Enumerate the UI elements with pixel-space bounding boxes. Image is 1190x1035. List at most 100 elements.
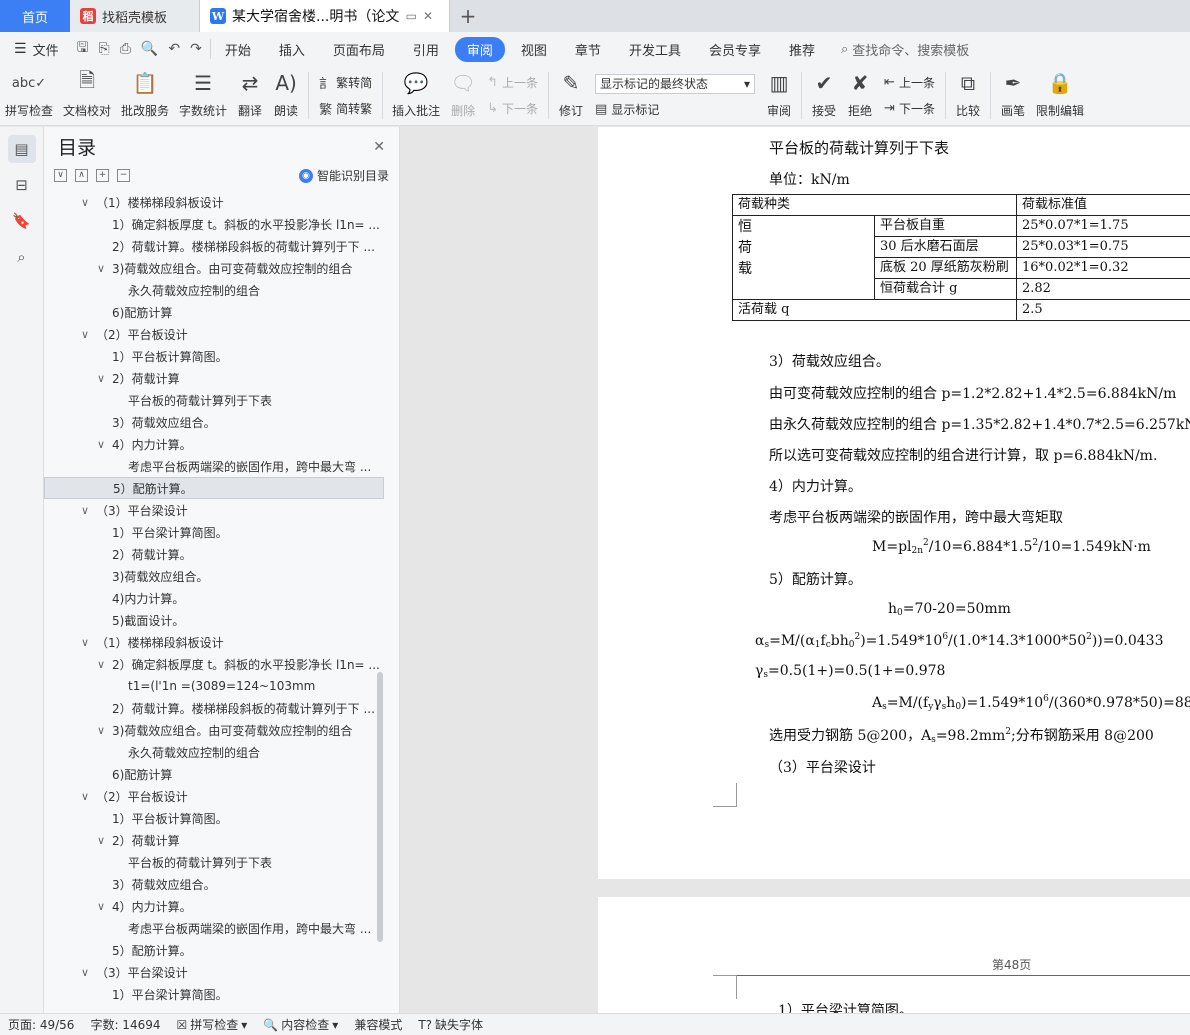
- read-aloud-button[interactable]: A) 朗读: [268, 66, 304, 125]
- menu-insert[interactable]: 插入: [267, 37, 317, 62]
- redo-icon[interactable]: ↷: [190, 41, 202, 57]
- add-heading-icon[interactable]: +: [96, 168, 109, 182]
- smart-toc-button[interactable]: ◉ 智能识别目录: [298, 167, 389, 184]
- toc-item[interactable]: ∨ 4）内力计算。: [44, 895, 384, 917]
- chevron-down-icon[interactable]: ∨: [78, 504, 92, 517]
- toc-scrollbar[interactable]: [377, 672, 383, 942]
- toc-item[interactable]: 永久荷载效应控制的组合: [44, 279, 384, 301]
- delete-comment-button[interactable]: 🗨 删除: [445, 66, 481, 125]
- spell-check-button[interactable]: abc✓ 拼写检查: [0, 66, 58, 125]
- batch-service-button[interactable]: 📋 批改服务: [116, 66, 174, 125]
- toc-item[interactable]: ∨ （2）平台板设计: [44, 785, 384, 807]
- chevron-down-icon[interactable]: ∨: [78, 328, 92, 341]
- menu-chapter[interactable]: 章节: [563, 37, 613, 62]
- content-check-status[interactable]: 🔍 内容检查 ▾: [255, 1016, 346, 1033]
- word-count-button[interactable]: ☰ 字数统计: [174, 66, 232, 125]
- menu-view[interactable]: 视图: [509, 37, 559, 62]
- toc-item[interactable]: 2）荷载计算。: [44, 543, 384, 565]
- toc-item[interactable]: 3)荷载效应组合。: [44, 565, 384, 587]
- chevron-down-icon[interactable]: ∨: [78, 196, 92, 209]
- chevron-down-icon[interactable]: ∨: [94, 262, 108, 275]
- undo-icon[interactable]: ↶: [168, 41, 180, 57]
- pen-button[interactable]: ✒ 画笔: [995, 66, 1031, 125]
- toc-item[interactable]: 1）确定斜板厚度 t。斜板的水平投影净长 l1n= ...: [44, 213, 384, 235]
- save-icon[interactable]: 🖫: [77, 37, 89, 61]
- insert-comment-button[interactable]: 💬 插入批注: [387, 66, 445, 125]
- menu-start[interactable]: 开始: [213, 37, 263, 62]
- print-preview-icon[interactable]: 🔍: [141, 41, 158, 57]
- chapter-nav-icon[interactable]: ⊟: [8, 171, 36, 199]
- chevron-down-icon[interactable]: ∨: [78, 966, 92, 979]
- command-search[interactable]: ⌕ 查找命令、搜索模板: [841, 40, 969, 59]
- chevron-down-icon[interactable]: ∨: [94, 834, 108, 847]
- chevron-down-icon[interactable]: ∨: [78, 790, 92, 803]
- accept-button[interactable]: ✔ 接受: [806, 66, 842, 125]
- show-markup-button[interactable]: ▤ 显示标记: [595, 101, 755, 118]
- bookmark-icon[interactable]: 🔖: [8, 207, 36, 235]
- toc-item[interactable]: ∨ 2）荷载计算: [44, 367, 384, 389]
- track-changes-button[interactable]: ✎ 修订: [553, 66, 589, 125]
- menu-developer[interactable]: 开发工具: [617, 37, 693, 62]
- toc-item[interactable]: ∨ （2）平台板设计: [44, 323, 384, 345]
- missing-font-status[interactable]: T? 缺失字体: [410, 1016, 491, 1033]
- toc-item[interactable]: 6)配筋计算: [44, 301, 384, 323]
- toc-item[interactable]: ∨ （3）平台梁设计: [44, 961, 384, 983]
- toc-item[interactable]: 5）配筋计算。: [44, 477, 384, 499]
- compare-button[interactable]: ⧉ 比较: [950, 66, 986, 125]
- tab-pin-icon[interactable]: ▭: [406, 9, 423, 23]
- toc-item[interactable]: 1）平台梁计算简图。: [44, 983, 384, 1005]
- menu-recommend[interactable]: 推荐: [777, 37, 827, 62]
- simp-to-trad-button[interactable]: 繁简转繁: [319, 99, 372, 118]
- tab-actions[interactable]: ▭✕: [406, 9, 439, 23]
- toc-item[interactable]: 3）荷载效应组合。: [44, 873, 384, 895]
- expand-all-icon[interactable]: ∨: [54, 168, 67, 182]
- toc-item[interactable]: ∨ 3)荷载效应组合。由可变荷载效应控制的组合: [44, 719, 384, 741]
- toc-item[interactable]: 2）荷载计算。楼梯梯段斜板的荷载计算列于下 ...: [44, 697, 384, 719]
- toc-item[interactable]: 3）荷载效应组合。: [44, 411, 384, 433]
- toc-item[interactable]: 平台板的荷载计算列于下表: [44, 389, 384, 411]
- tab-document[interactable]: W 某大学宿舍楼...明书（论文） ▭✕: [200, 0, 450, 32]
- collapse-all-icon[interactable]: ∧: [75, 168, 88, 182]
- search-panel-icon[interactable]: ⌕: [8, 243, 36, 271]
- toc-item[interactable]: 5）配筋计算。: [44, 939, 384, 961]
- close-icon[interactable]: ✕: [373, 139, 385, 155]
- toc-panel-icon[interactable]: ▤: [7, 135, 36, 163]
- translate-button[interactable]: ⇄ 翻译: [232, 66, 268, 125]
- tab-template[interactable]: 稻 找稻壳模板: [70, 0, 200, 32]
- doc-check-button[interactable]: 🗎 文档校对: [58, 66, 116, 125]
- markup-display-select[interactable]: 显示标记的最终状态 ▾: [595, 73, 756, 94]
- toc-item[interactable]: 1）平台板计算简图。: [44, 807, 384, 829]
- toc-item[interactable]: 6)配筋计算: [44, 763, 384, 785]
- print-icon[interactable]: ⎙: [120, 41, 131, 57]
- toc-item[interactable]: 考虑平台板两端梁的嵌固作用，跨中最大弯 ...: [44, 917, 384, 939]
- toc-item[interactable]: ∨ 2）确定斜板厚度 t。斜板的水平投影净长 l1n= ...: [44, 653, 384, 675]
- menu-member[interactable]: 会员专享: [697, 37, 773, 62]
- chevron-down-icon[interactable]: ∨: [94, 900, 108, 913]
- menu-review[interactable]: 审阅: [454, 36, 505, 62]
- word-count-indicator[interactable]: 字数: 14694: [82, 1016, 168, 1033]
- chevron-down-icon[interactable]: ∨: [94, 372, 108, 385]
- toc-item[interactable]: 考虑平台板两端梁的嵌固作用，跨中最大弯 ...: [44, 455, 384, 477]
- toc-item[interactable]: 永久荷载效应控制的组合: [44, 741, 384, 763]
- spell-check-status[interactable]: ☒ 拼写检查 ▾: [169, 1016, 256, 1033]
- prev-change-button[interactable]: ⇤ 上一条: [884, 74, 935, 91]
- next-change-button[interactable]: ⇥ 下一条: [884, 100, 935, 117]
- next-comment-button[interactable]: ↳ 下一条: [487, 100, 538, 117]
- toc-item[interactable]: 5)截面设计。: [44, 609, 384, 631]
- prev-comment-button[interactable]: ↰ 上一条: [487, 74, 538, 91]
- chevron-down-icon[interactable]: ∨: [78, 636, 92, 649]
- tab-close-icon[interactable]: ✕: [423, 9, 439, 23]
- review-pane-button[interactable]: ▥ 审阅: [761, 66, 797, 125]
- toc-item[interactable]: ∨ 4）内力计算。: [44, 433, 384, 455]
- file-menu[interactable]: ☰ 文件: [0, 40, 69, 59]
- menu-reference[interactable]: 引用: [401, 37, 451, 62]
- toc-item[interactable]: 2）荷载计算。楼梯梯段斜板的荷载计算列于下 ...: [44, 235, 384, 257]
- toc-item[interactable]: ∨ 2）荷载计算: [44, 829, 384, 851]
- reject-button[interactable]: ✘ 拒绝: [842, 66, 878, 125]
- chevron-down-icon[interactable]: ∨: [94, 658, 108, 671]
- toc-item[interactable]: t1=(l'1n =(3089=124~103mm: [44, 675, 384, 697]
- toc-item[interactable]: ∨ （1）楼梯梯段斜板设计: [44, 191, 384, 213]
- toc-item[interactable]: ∨ （1）楼梯梯段斜板设计: [44, 631, 384, 653]
- export-icon[interactable]: ⎘: [99, 41, 110, 57]
- toc-item[interactable]: ∨ （3）平台梁设计: [44, 499, 384, 521]
